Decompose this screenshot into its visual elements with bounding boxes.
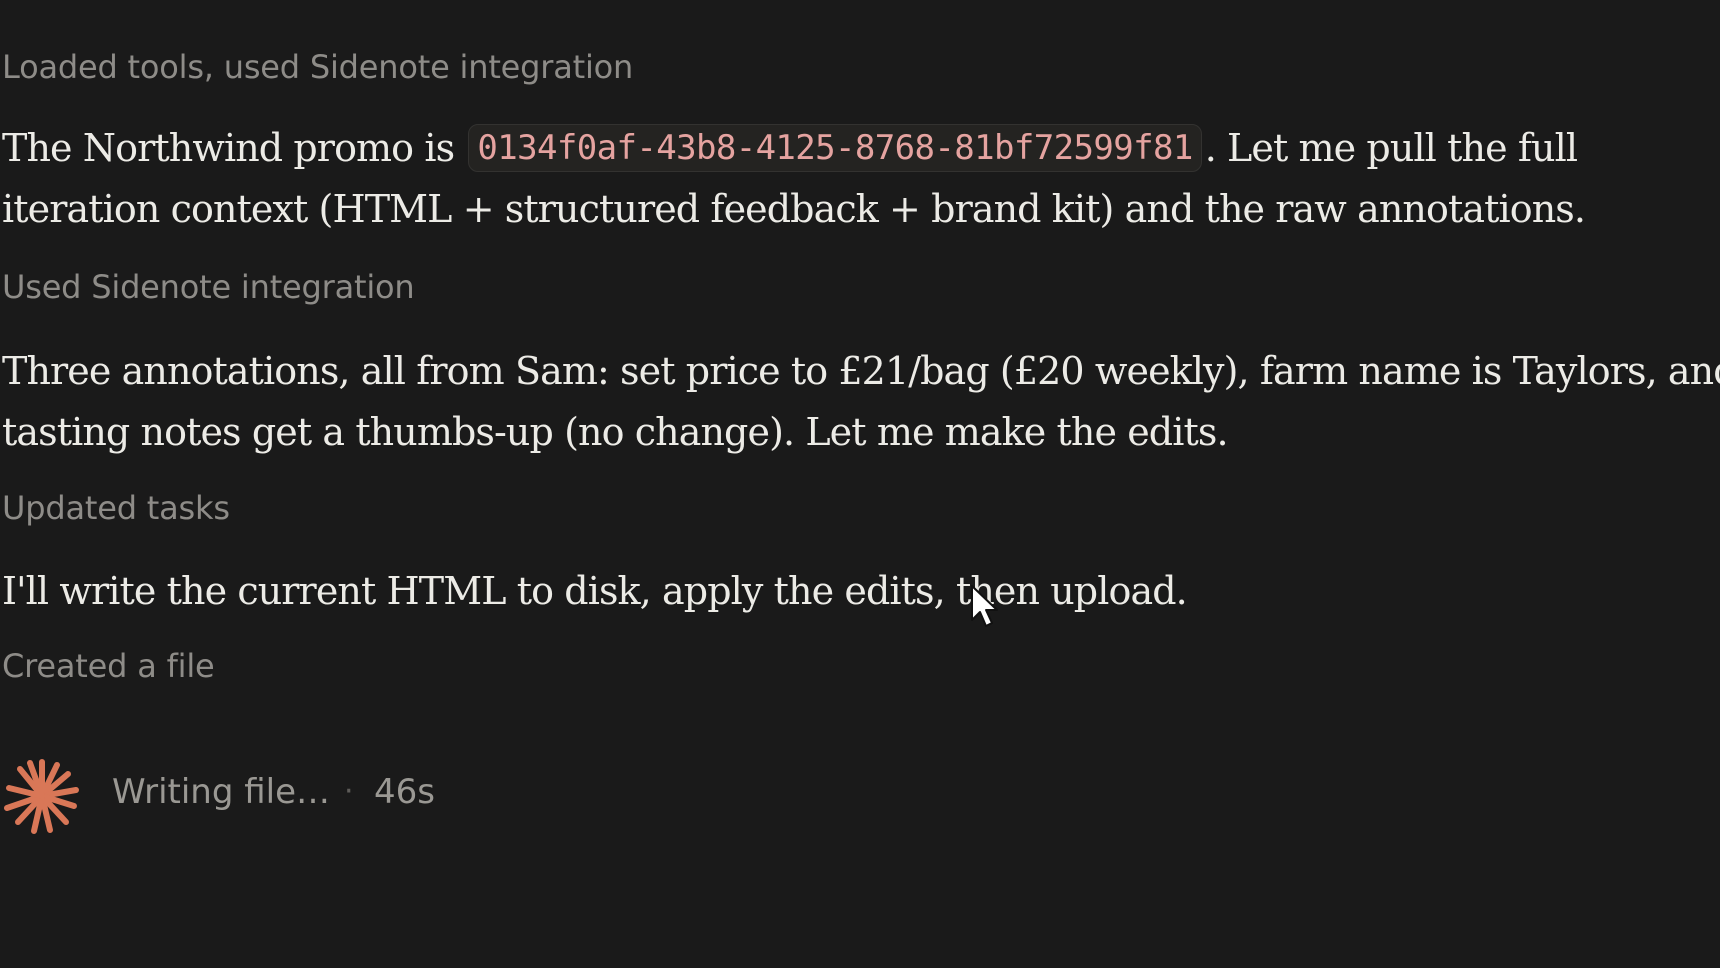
promo-id-code: 0134f0af-43b8-4125-8768-81bf72599f81	[468, 124, 1202, 172]
assistant-message-line: tasting notes get a thumbs-up (no change…	[2, 410, 1229, 454]
message-text: The Northwind promo is	[2, 126, 455, 170]
status-separator: ·	[344, 774, 354, 809]
assistant-message-line: The Northwind promo is 0134f0af-43b8-412…	[2, 118, 1578, 179]
assistant-message-line: iteration context (HTML + structured fee…	[2, 187, 1586, 231]
tool-summary-sidenote[interactable]: Used Sidenote integration	[2, 267, 415, 307]
tool-summary-loaded-tools[interactable]: Loaded tools, used Sidenote integration	[2, 47, 633, 87]
mouse-pointer-icon	[971, 585, 998, 627]
streaming-status: Writing file… · 46s	[2, 752, 602, 834]
assistant-message-line: Three annotations, all from Sam: set pri…	[2, 349, 1720, 393]
tool-summary-created-file[interactable]: Created a file	[2, 646, 215, 686]
tool-summary-updated-tasks[interactable]: Updated tasks	[2, 488, 230, 528]
elapsed-timer: 46s	[374, 772, 435, 812]
message-text: . Let me pull the full	[1204, 126, 1578, 170]
sparkle-spinner-icon	[4, 759, 79, 834]
status-label: Writing file…	[112, 772, 331, 812]
chat-transcript-view: Loaded tools, used Sidenote integration …	[0, 0, 1720, 968]
assistant-message-line: I'll write the current HTML to disk, app…	[2, 569, 1188, 613]
